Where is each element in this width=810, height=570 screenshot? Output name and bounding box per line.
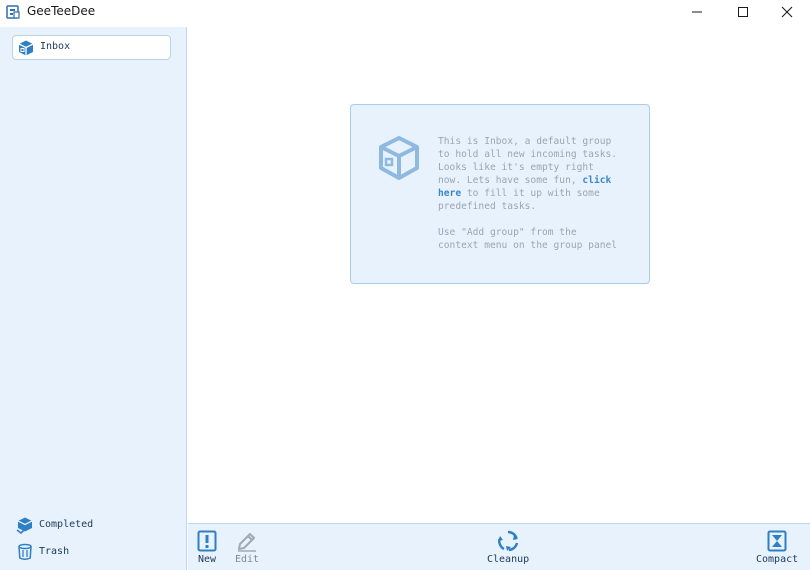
group-item-inbox[interactable]: Inbox <box>12 35 171 60</box>
add-group-hint: Use "Add group" from the context menu on… <box>438 227 618 251</box>
new-button-label: New <box>197 554 217 565</box>
bottom-toolbar: New Edit Cleanup Compact <box>188 523 810 570</box>
app-logo-icon <box>6 5 20 19</box>
trash-icon <box>18 543 32 560</box>
maximize-icon <box>738 7 748 17</box>
window-title: GeeTeeDee <box>27 4 96 18</box>
compact-button[interactable]: Compact <box>756 530 798 570</box>
box-icon <box>379 136 419 180</box>
minimize-icon <box>692 11 702 13</box>
sidebar-item-label: Completed <box>39 519 94 530</box>
hourglass-icon <box>767 530 787 552</box>
empty-state-message: This is Inbox, a default group to hold a… <box>438 135 638 213</box>
pencil-icon <box>238 533 257 552</box>
group-panel: Inbox Completed Trash <box>0 27 187 570</box>
edit-button-label: Edit <box>235 554 260 565</box>
compact-button-label: Compact <box>756 554 799 565</box>
sidebar-item-completed[interactable]: Completed <box>16 516 176 538</box>
maximize-button[interactable] <box>720 0 766 24</box>
sidebar-item-trash[interactable]: Trash <box>16 543 176 565</box>
cleanup-button[interactable]: Cleanup <box>487 530 529 570</box>
close-button[interactable] <box>764 0 810 24</box>
box-icon <box>18 40 34 56</box>
completed-icon <box>16 517 33 534</box>
group-item-label: Inbox <box>40 41 71 52</box>
minimize-button[interactable] <box>674 0 720 24</box>
cleanup-button-label: Cleanup <box>487 554 530 565</box>
empty-state-text-continued: to fill it up with some predefined tasks… <box>438 188 600 212</box>
title-bar: GeeTeeDee <box>0 0 810 27</box>
new-button[interactable]: New <box>197 530 217 570</box>
sidebar-item-label: Trash <box>39 546 70 557</box>
empty-inbox-card: This is Inbox, a default group to hold a… <box>350 104 650 284</box>
edit-button[interactable]: Edit <box>235 530 259 570</box>
new-task-icon <box>197 530 217 552</box>
recycle-icon <box>498 530 519 552</box>
close-icon <box>781 6 793 18</box>
